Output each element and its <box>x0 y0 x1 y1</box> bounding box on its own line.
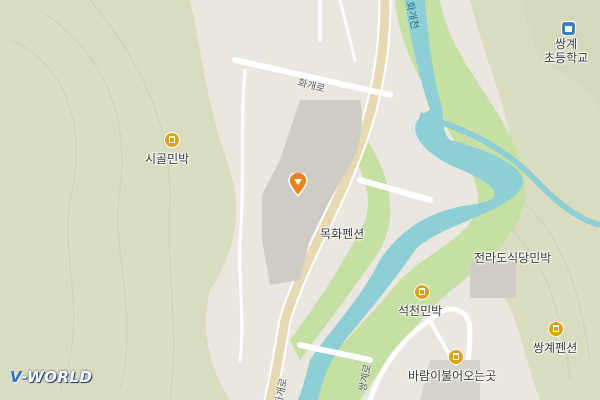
vworld-logo: V-WORLD <box>10 368 93 386</box>
map-base <box>0 0 600 400</box>
place-label-ssanggye-pension[interactable]: 쌍계펜션 <box>533 339 577 356</box>
place-label-mokhwa[interactable]: 목화펜션 <box>320 225 364 242</box>
lodging-icon-ssanggye[interactable] <box>549 322 563 336</box>
lodging-icon-sigol[interactable] <box>165 133 179 147</box>
place-label-sigol[interactable]: 시골민박 <box>145 150 189 167</box>
lodging-icon-seokcheon[interactable] <box>415 285 429 299</box>
place-label-seokcheon[interactable]: 석천민박 <box>398 302 442 319</box>
place-label-school[interactable]: 쌍계 초등학교 <box>544 37 588 65</box>
lodging-icon-barami[interactable] <box>449 350 463 364</box>
map-canvas[interactable]: 화개천 화개로 화개로 쌍계로 시골민박 목화펜션 전라도식당민박 석천민박 쌍… <box>0 0 600 400</box>
place-label-barami[interactable]: 바람이불어오는곳 <box>408 367 496 384</box>
location-pin-icon[interactable] <box>288 173 308 197</box>
place-label-jeonrado[interactable]: 전라도식당민박 <box>474 249 551 266</box>
school-icon[interactable] <box>562 22 575 35</box>
